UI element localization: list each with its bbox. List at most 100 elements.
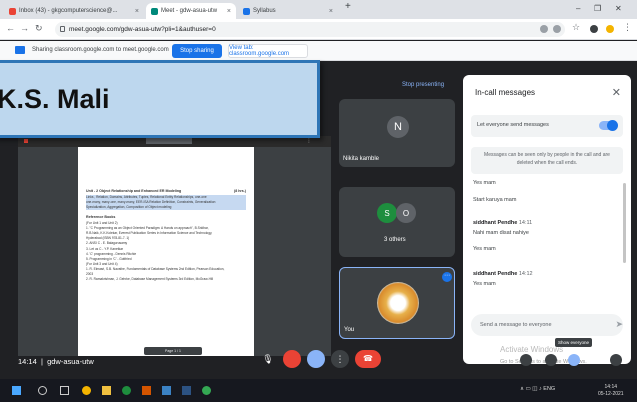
end-call-button[interactable]: ☎ (355, 350, 381, 368)
close-window-icon[interactable]: ✕ (615, 4, 622, 13)
chat-sender: siddhant Pendhe 14:11 (473, 220, 532, 226)
task-view-icon[interactable] (60, 386, 69, 395)
close-icon[interactable]: × (227, 8, 231, 15)
app-icon[interactable] (142, 386, 151, 395)
maximize-icon[interactable]: ❐ (594, 4, 601, 13)
search-icon[interactable] (38, 386, 47, 395)
sender-name: siddhant Pendhe (473, 271, 518, 277)
chat-message: Yes mam (473, 246, 496, 252)
people-icon[interactable] (545, 354, 557, 366)
file-explorer-icon[interactable] (102, 386, 111, 395)
message-time: 14:12 (518, 271, 533, 277)
participant-tile[interactable]: N Nikita kamble (339, 99, 455, 167)
mic-icon[interactable]: 🎙 (259, 350, 277, 368)
camera-off-button[interactable] (283, 350, 301, 368)
browser-toolbar: ← → ↻ meet.google.com/gdw-asua-utw?pli=1… (0, 19, 637, 40)
toggle-label: Let everyone send messages (477, 122, 549, 128)
send-icon[interactable]: ➤ (615, 319, 623, 330)
app-icon[interactable] (182, 386, 191, 395)
app-icon[interactable] (122, 386, 131, 395)
system-tray[interactable]: ∧ ▭ ◫ ♪ ENG (520, 386, 555, 392)
more-options-icon[interactable]: ⋮ (331, 350, 349, 368)
meet-icon (151, 7, 158, 15)
document-page: Unit - 2 Object Relationship and Enhance… (78, 147, 254, 356)
sender-name: siddhant Pendhe (473, 220, 518, 226)
app-icon[interactable] (202, 386, 211, 395)
windows-taskbar: ∧ ▭ ◫ ♪ ENG 14:14 05-12-2021 (0, 379, 637, 402)
reload-icon[interactable]: ↻ (35, 23, 43, 34)
chat-input[interactable]: Send a message to everyone (471, 314, 623, 336)
self-tile[interactable]: You ⋯ (339, 267, 455, 339)
taskbar-clock[interactable]: 14:14 05-12-2021 (598, 384, 624, 397)
more-options-icon[interactable]: ⋯ (442, 272, 452, 282)
stop-presenting-link[interactable]: Stop presenting (402, 82, 444, 88)
activities-icon[interactable] (610, 354, 622, 366)
back-icon[interactable]: ← (6, 23, 15, 33)
chat-scrollbar[interactable] (623, 183, 626, 263)
chat-icon[interactable] (568, 354, 580, 366)
ref-line: 1. R. Elmasri, S.B. Navathe, Fundamental… (86, 267, 225, 271)
menu-icon[interactable]: ⋮ (623, 22, 632, 33)
activate-windows-title: Activate Windows (500, 345, 564, 354)
language-indicator[interactable]: ENG (543, 386, 555, 392)
classroom-icon (243, 7, 250, 15)
view-tab-button[interactable]: View tab: classroom.google.com (228, 44, 308, 58)
address-bar[interactable]: meet.google.com/gdw-asua-utw?pli=1&authu… (55, 22, 565, 37)
participant-name: 3 others (384, 237, 406, 243)
record-icon (24, 139, 28, 143)
close-icon[interactable]: ✕ (612, 86, 621, 99)
url-text: meet.google.com/gdw-asua-utw?pli=1&authu… (69, 26, 216, 33)
gmail-icon (9, 7, 16, 15)
minimize-icon[interactable]: – (576, 4, 580, 13)
star-icon[interactable]: ☆ (572, 22, 580, 33)
chat-message: Yes mam (473, 281, 496, 287)
tab-title: Meet - gdw-asua-utw (161, 8, 218, 14)
tab-syllabus[interactable]: Syllabus × (238, 3, 338, 19)
chat-info: Messages can be seen only by people in t… (471, 147, 623, 174)
participant-name: Nikita kamble (343, 156, 380, 162)
camera-icon[interactable] (540, 25, 548, 33)
meeting-code: gdw-asua-utw (47, 357, 94, 366)
new-tab-button[interactable]: + (345, 1, 351, 12)
chat-message: Start karuya mam (473, 197, 517, 203)
participant-tile[interactable]: S O 3 others (339, 187, 455, 257)
chrome-icon[interactable] (82, 386, 91, 395)
ref-line: 2. R. Ramakrishnan, J. Gehrke, Database … (86, 277, 214, 282)
forward-icon[interactable]: → (20, 23, 29, 33)
avatar: O (396, 203, 416, 223)
app-icon[interactable] (162, 386, 171, 395)
unit-hours: (8 hrs.) (234, 189, 246, 193)
browser-tab-strip: Inbox (43) - gkgcomputerscience@... × Me… (0, 0, 637, 19)
participant-name: You (344, 327, 355, 333)
chat-panel: In-call messages ✕ Let everyone send mes… (463, 75, 631, 364)
start-icon[interactable] (12, 386, 21, 395)
tab-title: Syllabus (253, 8, 276, 14)
send-messages-toggle[interactable] (599, 120, 618, 131)
info-icon[interactable] (520, 354, 532, 366)
shared-tab-title (146, 138, 192, 144)
present-button[interactable] (307, 350, 325, 368)
sharing-bar: Sharing classroom.google.com to meet.goo… (0, 41, 637, 61)
puzzle-icon[interactable] (590, 25, 598, 33)
taskbar-date: 05-12-2021 (598, 390, 624, 397)
doc-page-controls[interactable]: Page 1 / 1 (144, 347, 202, 355)
self-avatar (377, 282, 419, 324)
close-icon[interactable]: × (135, 8, 139, 15)
meeting-info: 14:14 | gdw-asua-utw (18, 357, 94, 366)
meeting-clock: 14:14 (18, 357, 37, 366)
avatar[interactable] (606, 25, 614, 33)
screen-share-icon (15, 46, 25, 54)
close-icon[interactable]: × (329, 8, 333, 15)
chat-sender: siddhant Pendhe 14:12 (473, 271, 533, 277)
tab-meet[interactable]: Meet - gdw-asua-utw × (146, 3, 236, 19)
tab-inbox[interactable]: Inbox (43) - gkgcomputerscience@... × (4, 3, 144, 19)
shared-screen: ⋮ Unit - 2 Object Relationship and Enhan… (18, 136, 331, 356)
message-time: 14:11 (518, 220, 533, 226)
extension-icon[interactable] (553, 25, 561, 33)
chat-message: Nahi mam disat nahiye (473, 230, 529, 236)
unit-title: Unit - 2 Object Relationship and Enhance… (86, 189, 182, 193)
meet-stage: Stop presenting ⚲ ⋮ Unit - 2 Object Rela… (0, 60, 637, 379)
stop-sharing-button[interactable]: Stop sharing (172, 44, 222, 58)
doc-menu-icon: ⋮ (306, 138, 312, 144)
tooltip: Show everyone (555, 338, 593, 347)
